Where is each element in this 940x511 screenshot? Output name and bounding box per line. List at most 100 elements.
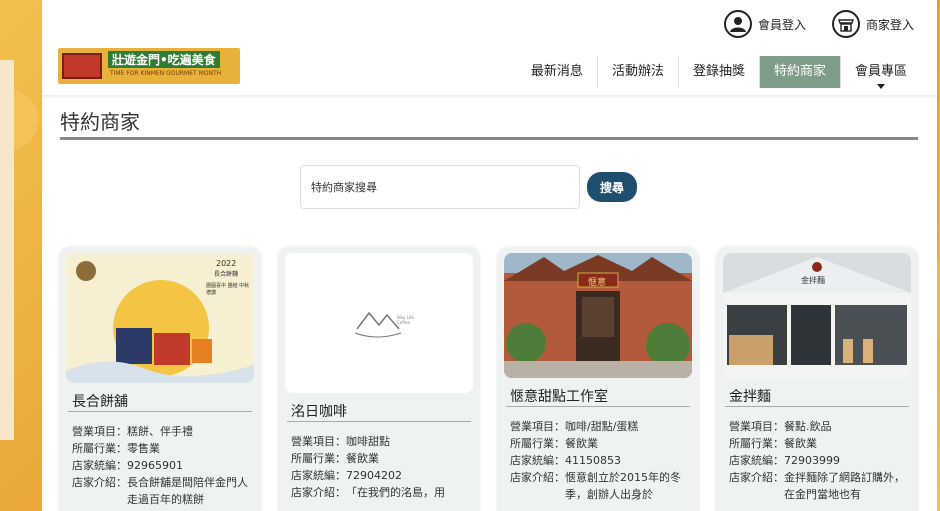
left-decor-strip: [0, 60, 14, 440]
info-key: 所屬行業：: [72, 442, 127, 455]
info-key: 店家介紹：: [729, 471, 784, 484]
info-value: 餐飲業: [346, 452, 379, 465]
header: 壯遊金門•吃遍美食 TIME FOR KINMEN GOURMET MONTH …: [42, 0, 937, 95]
info-value: 餐點.飲品: [784, 420, 832, 433]
info-key: 所屬行業：: [729, 437, 784, 450]
merchant-card[interactable]: Way Life Coffee 洺日咖啡 營業項目： 咖啡甜點 所屬行業： 餐飲業 …: [279, 247, 479, 511]
card-divider: [725, 406, 909, 407]
merchant-card[interactable]: 愜意 愜意甜點工作室 營業項目： 咖啡/甜點/蛋糕 所屬行業： 餐飲業 店家統編： 4…: [498, 247, 698, 511]
storefront-sign: 金拌麵: [801, 276, 825, 285]
info-row: 店家統編： 41150853: [510, 452, 694, 469]
site-logo[interactable]: 壯遊金門•吃遍美食 TIME FOR KINMEN GOURMET MONTH: [58, 48, 240, 84]
nav-item-member-area[interactable]: 會員專區: [839, 56, 921, 89]
storefront-photo: [504, 253, 692, 378]
info-key: 營業項目：: [510, 420, 565, 433]
info-value: 糕餅、伴手禮: [127, 425, 193, 438]
merchant-name: 長合餅舖: [72, 394, 128, 410]
info-row: 店家介紹： 「在我們的洺島，用: [291, 484, 475, 501]
info-row: 店家統編： 72903999: [729, 452, 913, 469]
info-row: 營業項目： 咖啡/甜點/蛋糕: [510, 418, 694, 435]
info-value: 72903999: [784, 454, 840, 467]
info-value: 長合餅舖是間陪伴金門人走過百年的糕餅: [127, 476, 248, 506]
merchant-name: 洺日咖啡: [291, 404, 347, 420]
search-button[interactable]: 搜尋: [587, 172, 637, 202]
info-key: 店家介紹：: [291, 486, 346, 499]
info-value: 72904202: [346, 469, 402, 482]
nav-item-lottery[interactable]: 登錄抽獎: [677, 56, 759, 88]
info-key: 店家統編：: [72, 459, 127, 472]
image-brand: 長合餅舖: [214, 271, 239, 278]
merchant-info: 營業項目： 餐點.飲品 所屬行業： 餐飲業 店家統編： 72903999 店家介紹：金…: [729, 418, 913, 503]
info-key: 店家統編：: [510, 454, 565, 467]
merchant-name: 金拌麵: [729, 389, 771, 405]
merchant-info: 營業項目： 糕餅、伴手禮 所屬行業： 零售業 店家統編： 92965901 店家介紹：…: [72, 423, 256, 508]
info-row: 店家統編： 72904202: [291, 467, 475, 484]
page: 壯遊金門•吃遍美食 TIME FOR KINMEN GOURMET MONTH …: [42, 0, 937, 511]
image-caption: 團圓喜中 團結 中秋禮讚: [206, 283, 250, 296]
storefront-sign: 愜意: [588, 278, 607, 288]
info-row: 所屬行業： 餐飲業: [510, 435, 694, 452]
info-key: 所屬行業：: [510, 437, 565, 450]
merchant-info: 營業項目： 咖啡甜點 所屬行業： 餐飲業 店家統編： 72904202 店家介紹： 「在…: [291, 433, 475, 501]
info-key: 店家統編：: [729, 454, 784, 467]
info-row: 營業項目： 咖啡甜點: [291, 433, 475, 450]
info-row: 所屬行業： 零售業: [72, 440, 256, 457]
merchant-info: 營業項目： 咖啡/甜點/蛋糕 所屬行業： 餐飲業 店家統編： 41150853 店家介…: [510, 418, 694, 503]
info-key: 營業項目：: [72, 425, 127, 438]
info-row: 營業項目： 糕餅、伴手禮: [72, 423, 256, 440]
nav-item-news[interactable]: 最新消息: [517, 56, 597, 88]
info-value: 愜意創立於2015年的冬季，創辦人出身於: [565, 471, 681, 501]
logo-subtitle: TIME FOR KINMEN GOURMET MONTH: [110, 70, 222, 77]
info-row: 營業項目： 餐點.飲品: [729, 418, 913, 435]
member-login-label: 會員登入: [758, 17, 807, 32]
info-key: 所屬行業：: [291, 452, 346, 465]
member-login-link[interactable]: 會員登入: [724, 10, 806, 38]
info-key: 營業項目：: [729, 420, 784, 433]
merchant-image: Way Life Coffee: [285, 253, 473, 393]
merchant-login-label: 商家登入: [866, 17, 915, 32]
info-value: 「在我們的洺島，用: [346, 486, 445, 499]
nav-item-merchants[interactable]: 特約商家: [758, 56, 840, 88]
info-key: 營業項目：: [291, 435, 346, 448]
search-input[interactable]: 特約商家搜尋: [300, 165, 580, 209]
info-value: 咖啡/甜點/蛋糕: [565, 420, 639, 433]
info-value: 零售業: [127, 442, 160, 455]
nav-item-member-area-label: 會員專區: [854, 64, 907, 79]
info-row: 店家介紹： 金拌麵除了網路訂購外，在金門當地也有: [729, 469, 913, 503]
info-value: 餐飲業: [565, 437, 598, 450]
info-key: 店家介紹：: [510, 471, 565, 484]
logo-emblem-icon: [62, 53, 102, 79]
storefront-photo: [723, 253, 911, 378]
info-value: 92965901: [127, 459, 183, 472]
card-divider: [506, 406, 690, 407]
logo-title: 壯遊金門•吃遍美食: [108, 51, 220, 68]
merchant-card[interactable]: 2022 長合餅舖 團圓喜中 團結 中秋禮讚 長合餅舖 營業項目： 糕餅、伴手禮 …: [60, 247, 260, 511]
info-value: 金拌麵除了網路訂購外，在金門當地也有: [784, 471, 905, 501]
card-divider: [287, 421, 471, 422]
caret-down-icon: [876, 84, 885, 89]
main-nav: 最新消息 活動辦法 登錄抽獎 特約商家 會員專區: [517, 56, 921, 89]
coffee-logo-icon: [285, 253, 473, 393]
info-key: 店家統編：: [291, 469, 346, 482]
info-row: 所屬行業： 餐飲業: [729, 435, 913, 452]
info-key: 店家介紹：: [72, 476, 127, 489]
info-row: 店家介紹： 長合餅舖是間陪伴金門人走過百年的糕餅: [72, 474, 256, 508]
info-value: 41150853: [565, 454, 621, 467]
info-row: 店家統編： 92965901: [72, 457, 256, 474]
merchant-image: 金拌麵: [723, 253, 911, 378]
page-title: 特約商家: [60, 110, 140, 134]
merchant-name: 愜意甜點工作室: [510, 389, 608, 405]
merchant-login-link[interactable]: 商家登入: [832, 10, 914, 38]
title-divider: [60, 137, 918, 140]
merchant-image: 愜意: [504, 253, 692, 378]
coffee-logo-text: Way Life Coffee: [397, 315, 414, 325]
info-row: 店家介紹： 愜意創立於2015年的冬季，創辦人出身於: [510, 469, 694, 503]
user-icon: [724, 10, 752, 38]
merchant-image: 2022 長合餅舖 團圓喜中 團結 中秋禮讚: [66, 253, 254, 383]
info-row: 所屬行業： 餐飲業: [291, 450, 475, 467]
info-value: 餐飲業: [784, 437, 817, 450]
merchant-card[interactable]: 金拌麵 金拌麵 營業項目： 餐點.飲品 所屬行業： 餐飲業 店家統編： 7290399…: [717, 247, 917, 511]
info-value: 咖啡甜點: [346, 435, 390, 448]
shop-icon: [832, 10, 860, 38]
nav-item-rules[interactable]: 活動辦法: [596, 56, 678, 88]
